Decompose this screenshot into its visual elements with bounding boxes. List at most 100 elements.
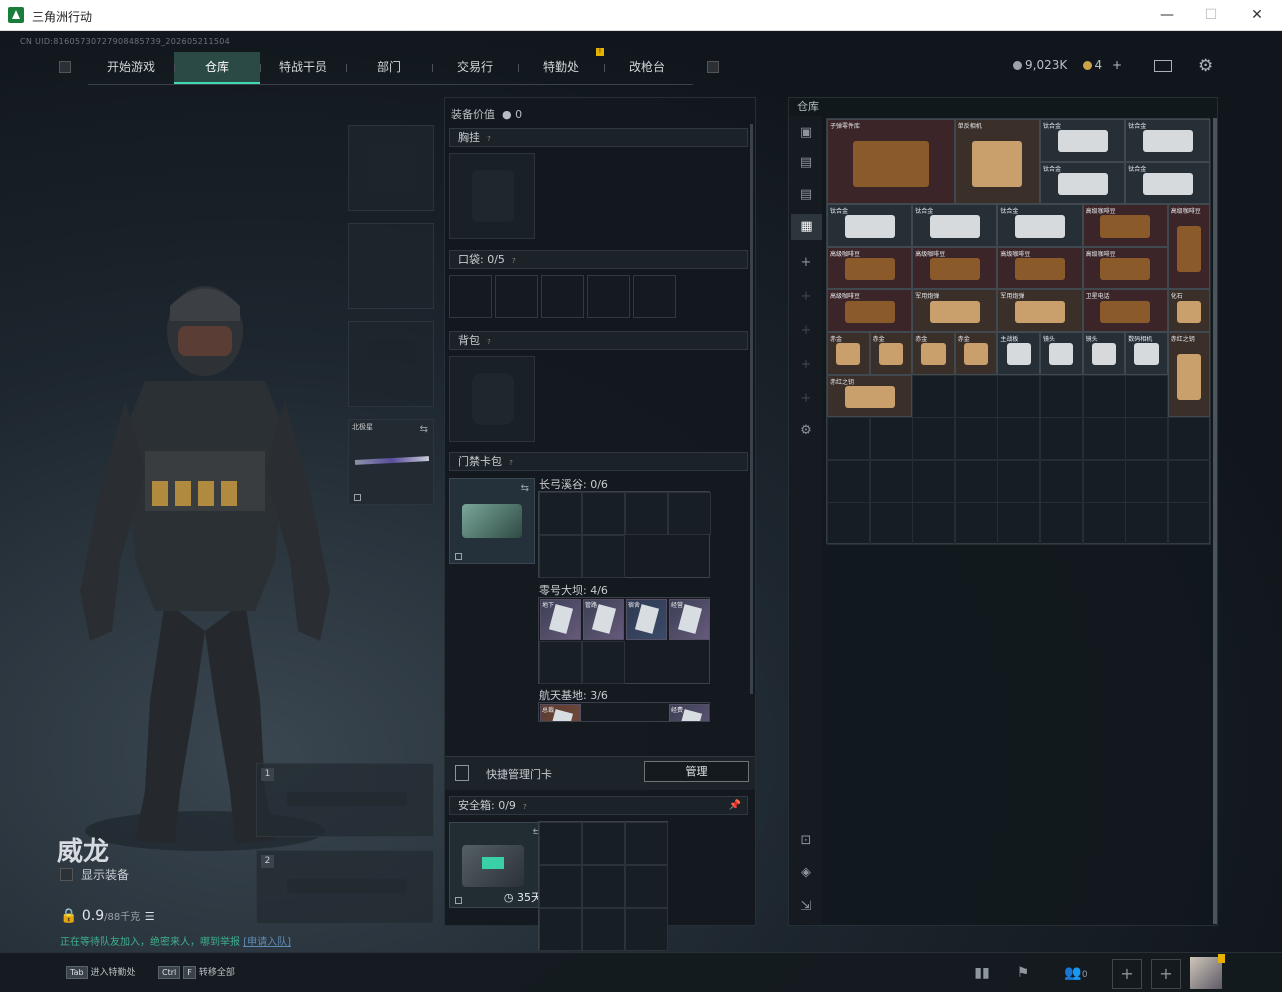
storage-cell[interactable] xyxy=(997,459,1041,503)
storage-cell[interactable] xyxy=(869,417,913,461)
safebox-cell[interactable] xyxy=(582,865,625,908)
storage-scrollbar[interactable] xyxy=(1213,118,1217,924)
storage-cell[interactable] xyxy=(1167,502,1211,546)
storage-cell[interactable] xyxy=(997,417,1041,461)
storage-cell[interactable] xyxy=(997,374,1041,418)
storage-item[interactable]: 钛合金 xyxy=(827,204,913,247)
stats-icon[interactable]: ▮▮ xyxy=(970,961,994,985)
storage-item[interactable]: 化石 xyxy=(1167,289,1211,332)
storage-item[interactable]: 赤金 xyxy=(869,332,913,375)
tab-4[interactable]: 交易行 xyxy=(432,52,518,84)
storage-item[interactable]: 子弹零件库 xyxy=(827,119,955,205)
sort-icon[interactable]: ⊡ xyxy=(797,832,815,850)
tab-6[interactable]: 改枪台 xyxy=(604,52,690,84)
safebox-cell[interactable] xyxy=(625,822,668,865)
storage-item[interactable]: 军用炮弹 xyxy=(912,289,998,332)
tab-1[interactable]: 仓库 xyxy=(174,52,260,84)
storage-item[interactable]: 数码相机 xyxy=(1125,332,1168,375)
keycard-cell[interactable] xyxy=(582,492,625,535)
minimize-button[interactable]: — xyxy=(1151,4,1183,26)
help-icon[interactable]: ? xyxy=(509,256,519,266)
storage-cell[interactable] xyxy=(954,502,998,546)
safebox-cell[interactable] xyxy=(539,908,582,951)
pocket-cell[interactable] xyxy=(449,275,492,318)
storage-item[interactable]: 高级咖啡豆 xyxy=(827,246,913,290)
layers-icon[interactable]: ◈ xyxy=(797,864,815,882)
add-tab-icon[interactable]: + xyxy=(797,356,815,374)
storage-item[interactable]: 赤金 xyxy=(827,332,870,375)
helmet-slot[interactable] xyxy=(348,125,434,211)
tab-0[interactable]: 开始游戏 xyxy=(88,52,174,84)
flag-icon[interactable]: ⚑ xyxy=(1011,961,1035,985)
storage-cell[interactable] xyxy=(1040,417,1083,461)
storage-item[interactable]: 单反相机 xyxy=(954,119,1040,205)
keycard-item[interactable]: 经营 xyxy=(669,599,710,640)
list-icon[interactable]: ☰ xyxy=(145,910,155,923)
backpack-slot[interactable] xyxy=(449,356,535,442)
help-icon[interactable]: ? xyxy=(520,802,530,812)
storage-item[interactable]: 高级咖啡豆 xyxy=(1082,246,1168,290)
add-tab-icon[interactable]: + xyxy=(797,288,815,306)
storage-item[interactable]: 钛合金 xyxy=(1125,161,1211,205)
hint-special-ops[interactable]: Tab 进入特勤处 xyxy=(66,965,136,979)
pocket-cell[interactable] xyxy=(541,275,584,318)
storage-cell[interactable] xyxy=(869,502,913,546)
storage-cell[interactable] xyxy=(954,459,998,503)
storage-item[interactable]: 军用炮弹 xyxy=(997,289,1083,332)
friends-icon[interactable]: 👥0 xyxy=(1058,961,1094,985)
hint-transfer-all[interactable]: Ctrl F 转移全部 xyxy=(158,965,235,979)
storage-cell[interactable] xyxy=(912,374,956,418)
storage-cell[interactable] xyxy=(1125,417,1169,461)
add-tab-icon[interactable]: + xyxy=(797,254,815,272)
storage-cell[interactable] xyxy=(1040,459,1083,503)
scrollbar-thumb[interactable] xyxy=(1213,118,1217,924)
storage-item[interactable]: 钛合金 xyxy=(1040,119,1126,162)
safebox-cell[interactable] xyxy=(625,908,668,951)
join-team-link[interactable]: [申请入队] xyxy=(243,937,291,948)
keycard-item[interactable]: 总裁 xyxy=(540,704,581,721)
storage-cell[interactable] xyxy=(1082,417,1126,461)
keycard-cell[interactable] xyxy=(539,641,582,684)
add-currency-button[interactable]: + xyxy=(1112,58,1122,72)
chest-rig-slot[interactable] xyxy=(449,153,535,239)
pin-icon[interactable]: 📌 xyxy=(729,797,741,814)
help-icon[interactable]: ? xyxy=(506,458,516,468)
storage-tab-icon[interactable]: ▣ xyxy=(797,124,815,142)
primary-weapon-slot[interactable]: 1 xyxy=(256,763,434,837)
close-button[interactable]: ✕ xyxy=(1241,4,1273,26)
storage-cell[interactable] xyxy=(827,459,870,503)
nav-next-icon[interactable] xyxy=(707,61,719,73)
keycard-item[interactable]: 宿舍 xyxy=(626,599,667,640)
storage-item[interactable]: 高级咖啡豆 xyxy=(1082,204,1168,247)
armor-slot[interactable] xyxy=(348,223,434,309)
storage-item[interactable]: 主战板 xyxy=(997,332,1040,375)
tab-5[interactable]: 特勤处 xyxy=(518,52,604,84)
mail-icon[interactable] xyxy=(1154,60,1172,72)
add-tab-icon[interactable]: + xyxy=(797,390,815,408)
maximize-button[interactable]: ☐ xyxy=(1195,4,1227,26)
safebox-cell[interactable] xyxy=(539,865,582,908)
storage-tab-icon[interactable]: ▤ xyxy=(797,154,815,172)
storage-cell[interactable] xyxy=(1040,502,1083,546)
keycard-cell[interactable] xyxy=(625,492,668,535)
safebox-cell[interactable] xyxy=(582,908,625,951)
invite-slot-button[interactable]: + xyxy=(1112,959,1142,989)
swap-icon[interactable]: ⇆ xyxy=(521,483,529,494)
storage-cell[interactable] xyxy=(954,417,998,461)
pocket-cell[interactable] xyxy=(495,275,538,318)
storage-item[interactable]: 钛合金 xyxy=(1125,119,1211,162)
add-tab-icon[interactable]: + xyxy=(797,322,815,340)
manage-button[interactable]: 管理 xyxy=(644,761,749,782)
nav-prev-icon[interactable] xyxy=(59,61,71,73)
checkbox-icon[interactable] xyxy=(60,868,73,881)
keycard-bag-slot[interactable]: ⇆ xyxy=(449,478,535,564)
keycard-cell[interactable] xyxy=(582,535,625,578)
storage-cell[interactable] xyxy=(1082,374,1126,418)
keycard-cell[interactable] xyxy=(539,492,582,535)
safebox-cell[interactable] xyxy=(625,865,668,908)
storage-item[interactable]: 高级咖啡豆 xyxy=(1167,204,1211,290)
show-equipment-toggle[interactable]: 显示装备 xyxy=(60,866,129,883)
tab-3[interactable]: 部门 xyxy=(346,52,432,84)
scrollbar[interactable] xyxy=(750,124,753,694)
storage-tab-icon[interactable]: ▤ xyxy=(797,186,815,204)
